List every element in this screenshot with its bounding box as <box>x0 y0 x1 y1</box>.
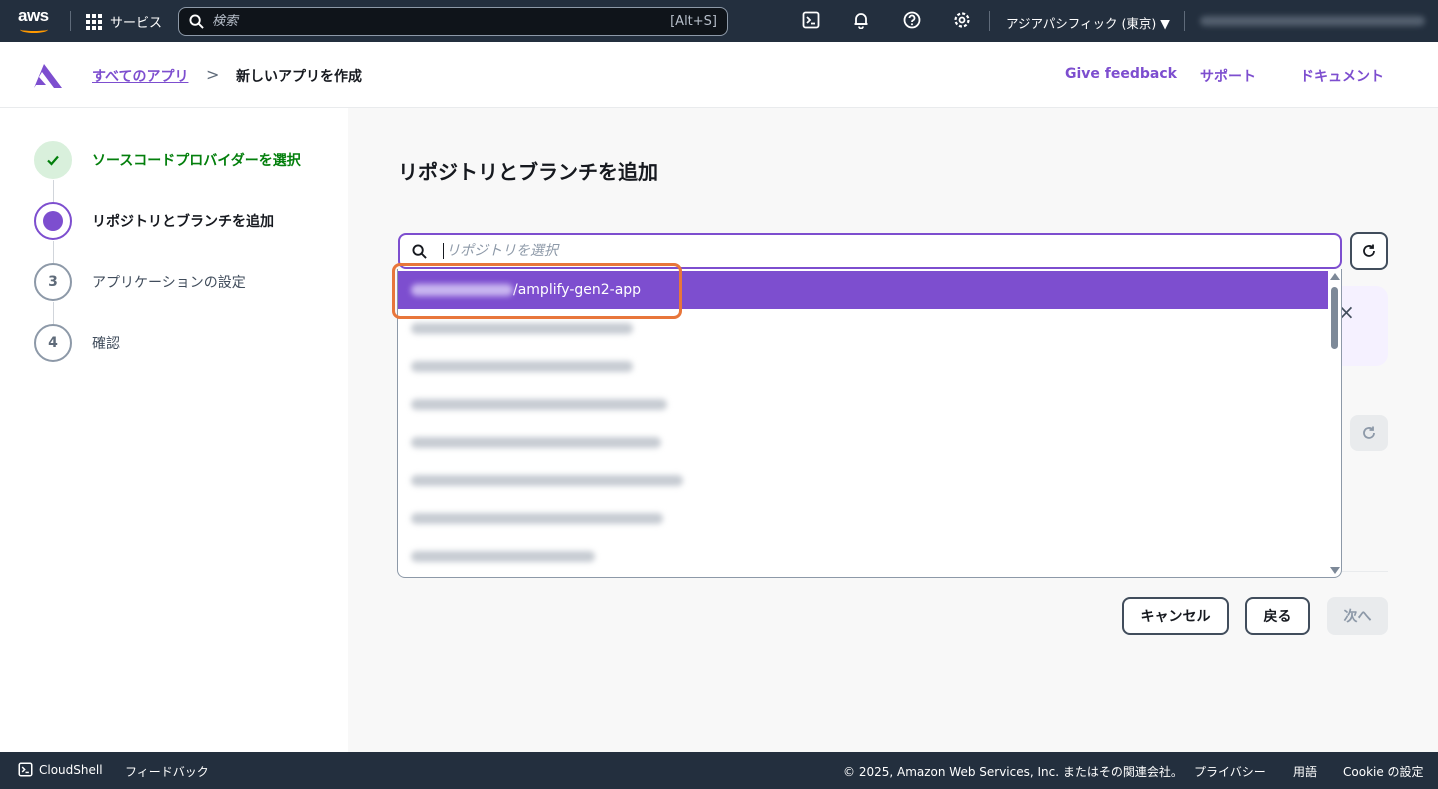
repo-option[interactable] <box>398 461 1328 499</box>
cloudshell-label: CloudShell <box>39 762 103 777</box>
repository-select[interactable] <box>398 233 1342 269</box>
copyright-text: © 2025, Amazon Web Services, Inc. またはその関… <box>843 765 1183 779</box>
nav-divider <box>1184 11 1185 31</box>
step-1-label: ソースコードプロバイダーを選択 <box>92 153 301 169</box>
aws-smile-icon <box>20 26 48 33</box>
amplify-logo-icon[interactable] <box>33 63 63 89</box>
region-selector[interactable]: アジアパシフィック (東京) ▼ <box>1006 13 1170 32</box>
step-4: 4 確認 <box>34 324 120 362</box>
bell-icon[interactable] <box>852 11 872 31</box>
redacted-repo-name <box>411 322 633 334</box>
main-content: リポジトリとブランチを追加 × /amplify-gen2-app キャンセル … <box>348 108 1438 752</box>
gear-icon[interactable] <box>953 11 973 31</box>
repository-refresh-button[interactable] <box>1350 232 1388 270</box>
footer-feedback-link[interactable]: フィードバック <box>125 763 209 780</box>
top-nav: aws サービス [Alt+S] アジアパシフィック (東京) ▼ <box>0 0 1438 42</box>
step-2[interactable]: リポジトリとブランチを追加 <box>34 202 274 240</box>
branch-refresh-button[interactable] <box>1350 415 1388 451</box>
repo-option[interactable] <box>398 385 1328 423</box>
global-search-input[interactable] <box>212 14 671 29</box>
scroll-down-icon[interactable] <box>1330 567 1340 574</box>
cloudshell-icon[interactable] <box>802 11 822 31</box>
step-1[interactable]: ソースコードプロバイダーを選択 <box>34 141 301 179</box>
redacted-repo-name <box>411 360 633 372</box>
cloudshell-footer-button[interactable]: CloudShell <box>18 762 103 777</box>
support-link[interactable]: サポート <box>1200 66 1256 86</box>
redacted-repo-name <box>411 550 595 562</box>
redacted-repo-name <box>411 398 667 410</box>
global-search[interactable]: [Alt+S] <box>178 7 728 36</box>
repo-option[interactable] <box>398 537 1328 575</box>
step-connector <box>53 302 54 324</box>
next-button[interactable]: 次へ <box>1327 597 1388 635</box>
dropdown-scrollbar[interactable] <box>1327 269 1341 577</box>
repo-option-selected[interactable]: /amplify-gen2-app <box>398 271 1328 309</box>
cancel-button[interactable]: キャンセル <box>1122 597 1229 635</box>
repo-option[interactable] <box>398 347 1328 385</box>
repo-option[interactable] <box>398 423 1328 461</box>
help-icon[interactable] <box>903 11 923 31</box>
search-shortcut: [Alt+S] <box>670 14 717 29</box>
step-4-number: 4 <box>34 324 72 362</box>
scroll-thumb[interactable] <box>1331 287 1338 349</box>
refresh-icon <box>1363 244 1375 257</box>
search-icon <box>189 14 204 29</box>
repository-search-input[interactable] <box>443 243 1328 259</box>
aws-logo-text: aws <box>18 6 49 25</box>
redacted-repo-name <box>411 512 663 524</box>
privacy-link[interactable]: プライバシー <box>1194 763 1266 780</box>
refresh-icon <box>1363 426 1375 439</box>
step-4-label: 確認 <box>92 336 120 352</box>
page-title: リポジトリとブランチを追加 <box>398 160 658 184</box>
step-connector <box>53 180 54 202</box>
step-3-number: 3 <box>34 263 72 301</box>
give-feedback-link[interactable]: Give feedback <box>1065 66 1177 82</box>
search-icon <box>412 243 427 259</box>
nav-divider <box>70 11 71 31</box>
redacted-owner <box>411 284 513 296</box>
breadcrumb-all-apps[interactable]: すべてのアプリ <box>92 66 188 86</box>
redacted-repo-name <box>411 474 683 486</box>
step-2-indicator <box>34 202 72 240</box>
terms-link[interactable]: 用語 <box>1293 763 1317 780</box>
grid-icon <box>86 13 102 30</box>
console-footer: CloudShell フィードバック © 2025, Amazon Web Se… <box>0 752 1438 789</box>
services-label: サービス <box>110 16 163 31</box>
scroll-up-icon[interactable] <box>1330 273 1340 280</box>
breadcrumb-current: 新しいアプリを作成 <box>236 69 362 85</box>
step-3: 3 アプリケーションの設定 <box>34 263 246 301</box>
services-menu-button[interactable]: サービス <box>86 12 162 31</box>
step-3-label: アプリケーションの設定 <box>92 275 246 291</box>
step-2-label: リポジトリとブランチを追加 <box>92 214 274 230</box>
redacted-repo-name <box>411 436 661 448</box>
back-button[interactable]: 戻る <box>1245 597 1310 635</box>
repository-dropdown-list: /amplify-gen2-app <box>397 269 1342 578</box>
nav-divider <box>989 11 990 31</box>
app-header: すべてのアプリ > 新しいアプリを作成 Give feedback サポート ド… <box>0 42 1438 108</box>
check-icon <box>34 141 72 179</box>
cookie-settings-link[interactable]: Cookie の設定 <box>1343 763 1424 780</box>
documentation-link[interactable]: ドキュメント <box>1300 66 1384 86</box>
step-connector <box>53 241 54 263</box>
account-menu-redacted[interactable] <box>1200 16 1425 26</box>
wizard-steps: ソースコードプロバイダーを選択 リポジトリとブランチを追加 3 アプリケーション… <box>0 108 348 752</box>
chevron-right-icon: > <box>206 65 220 84</box>
repo-option[interactable] <box>398 309 1328 347</box>
repo-option[interactable] <box>398 499 1328 537</box>
repo-option-label: /amplify-gen2-app <box>513 282 642 298</box>
cloudshell-icon <box>18 762 33 777</box>
aws-logo[interactable]: aws <box>18 7 56 35</box>
